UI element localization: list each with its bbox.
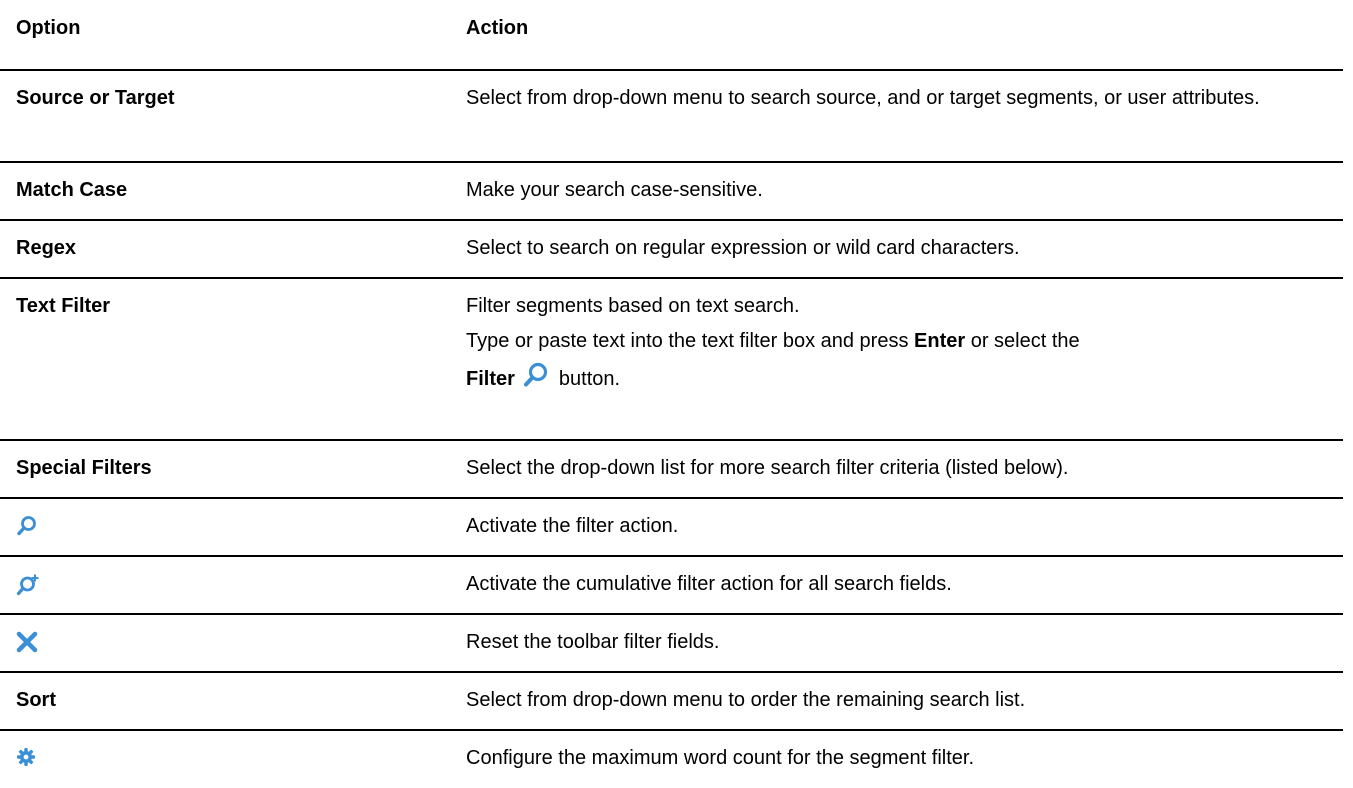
option-label: Text Filter <box>16 295 111 317</box>
action-line-text: Type or paste text into the text filter … <box>466 330 915 352</box>
table-row: Activate the cumulative filter action fo… <box>0 556 1343 614</box>
column-header-action: Action <box>466 17 529 39</box>
search-icon <box>523 362 549 400</box>
action-text: Make your search case-sensitive. <box>466 179 763 201</box>
options-table: Option Action Source or Target Select fr… <box>0 0 1343 788</box>
gear-icon <box>16 747 450 767</box>
enter-key-label: Enter <box>914 330 966 352</box>
table-header-row: Option Action <box>0 0 1343 70</box>
action-text: Reset the toolbar filter fields. <box>466 631 720 653</box>
action-line: Type or paste text into the text filter … <box>466 324 1343 359</box>
reset-x-icon <box>16 631 450 653</box>
action-text: Select from drop-down menu to order the … <box>466 689 1026 711</box>
option-icon <box>0 556 450 614</box>
table-row: Sort Select from drop-down menu to order… <box>0 672 1343 730</box>
option-icon <box>0 498 450 556</box>
action-text: Activate the cumulative filter action fo… <box>466 573 952 595</box>
option-label: Source or Target <box>16 87 175 109</box>
action-line-text: or select the <box>965 330 1080 352</box>
action-text: Select from drop-down menu to search sou… <box>466 87 1260 109</box>
table-row: Regex Select to search on regular expres… <box>0 220 1343 278</box>
table-row: Reset the toolbar filter fields. <box>0 614 1343 672</box>
action-text: Activate the filter action. <box>466 515 679 537</box>
table-row: Source or Target Select from drop-down m… <box>0 70 1343 162</box>
action-text: Select to search on regular expression o… <box>466 237 1020 259</box>
search-icon <box>16 515 450 537</box>
option-label: Sort <box>16 689 56 711</box>
action-line-text: button. <box>558 368 621 390</box>
option-icon <box>0 614 450 672</box>
table-row: Activate the filter action. <box>0 498 1343 556</box>
action-text: Filter segments based on text search. Ty… <box>450 278 1343 440</box>
action-line: Filter segments based on text search. <box>466 295 800 317</box>
table-row: Match Case Make your search case-sensiti… <box>0 162 1343 220</box>
table-row: Text Filter Filter segments based on tex… <box>0 278 1343 440</box>
option-label: Match Case <box>16 179 128 201</box>
table-row: Configure the maximum word count for the… <box>0 730 1343 788</box>
action-text: Select the drop-down list for more searc… <box>466 457 1069 479</box>
action-line: Filter button. <box>466 362 1343 400</box>
option-icon <box>0 730 450 788</box>
action-text: Configure the maximum word count for the… <box>466 747 975 769</box>
option-label: Special Filters <box>16 457 152 479</box>
option-label: Regex <box>16 237 77 259</box>
column-header-option: Option <box>16 17 81 39</box>
table-row: Special Filters Select the drop-down lis… <box>0 440 1343 498</box>
cumulative-filter-icon <box>16 573 450 597</box>
filter-label: Filter <box>466 368 515 390</box>
